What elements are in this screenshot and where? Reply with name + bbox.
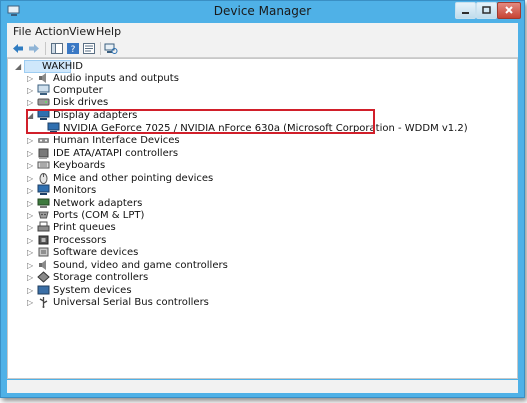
toolbar: ? (7, 40, 518, 58)
expand-icon[interactable]: ▷ (27, 184, 33, 197)
expand-icon[interactable]: ▷ (27, 96, 33, 109)
menu-bar: File Action View Help (7, 23, 518, 40)
scan-hardware-changes-icon[interactable] (104, 42, 118, 55)
back-arrow-icon[interactable] (11, 42, 25, 55)
device-tree[interactable]: ◢ WAKHID ▷ Audio inputs and outputs ▷ Co… (7, 58, 518, 379)
network-adapter-icon (37, 198, 50, 208)
tree-item-disk-drives[interactable]: ▷ Disk drives (8, 96, 308, 109)
tree-item-software-devices[interactable]: ▷ Software devices (8, 246, 308, 259)
minimize-button[interactable] (455, 2, 476, 19)
usb-controller-icon (39, 297, 48, 308)
menu-action[interactable]: Action (35, 25, 69, 38)
title-bar[interactable]: Device Manager (1, 1, 524, 23)
tree-item-storage[interactable]: ▷ Storage controllers (8, 271, 308, 284)
tree-item-keyboards[interactable]: ▷ Keyboards (8, 159, 308, 172)
maximize-button[interactable] (476, 2, 497, 19)
device-manager-window: Device Manager File Action View Help ? ◢ (0, 0, 525, 398)
toolbar-separator (45, 42, 46, 55)
expand-icon[interactable]: ▷ (27, 246, 33, 259)
tree-item-monitors[interactable]: ▷ Monitors (8, 184, 308, 197)
software-device-icon (38, 247, 49, 257)
tree-item-label: Keyboards (53, 160, 106, 171)
expand-icon[interactable]: ▷ (27, 296, 33, 309)
computer-icon (37, 84, 50, 95)
expand-icon[interactable]: ▷ (27, 159, 33, 172)
tree-item-print-queues[interactable]: ▷ Print queues (8, 221, 308, 234)
tree-item-label: Print queues (53, 222, 116, 233)
tree-item-label: Disk drives (53, 97, 109, 108)
expand-icon[interactable]: ▷ (27, 271, 33, 284)
properties-icon[interactable] (82, 42, 96, 55)
tree-item-label: Storage controllers (53, 272, 149, 283)
menu-help[interactable]: Help (96, 25, 121, 38)
tree-item-label: Software devices (53, 247, 139, 258)
tree-item-label: Monitors (53, 185, 97, 196)
menu-view[interactable]: View (69, 25, 95, 38)
status-bar (7, 380, 518, 393)
expand-icon[interactable]: ▷ (27, 221, 33, 234)
close-button[interactable] (497, 2, 521, 19)
highlight-annotation-box (26, 109, 375, 134)
tree-item-label: Universal Serial Bus controllers (53, 297, 209, 308)
storage-controller-icon (37, 271, 50, 283)
svg-text:?: ? (71, 45, 76, 55)
printer-icon (37, 221, 50, 232)
tree-item-hid[interactable]: ▷ Human Interface Devices (8, 134, 308, 147)
minimize-icon (462, 12, 469, 14)
disk-drive-icon (37, 98, 50, 106)
maximize-icon (482, 6, 491, 14)
help-icon[interactable]: ? (66, 42, 80, 55)
keyboard-icon (37, 161, 50, 169)
forward-arrow-icon[interactable] (27, 42, 41, 55)
speaker-icon (39, 73, 46, 83)
tree-item-label: Human Interface Devices (53, 135, 180, 146)
show-hide-console-tree-icon[interactable] (50, 42, 64, 55)
hid-icon (38, 138, 49, 143)
expand-icon[interactable]: ▷ (27, 134, 33, 147)
port-icon (38, 211, 49, 219)
ide-controller-icon (38, 148, 49, 159)
toolbar-separator (100, 42, 101, 55)
menu-file[interactable]: File (13, 25, 31, 38)
tree-item-usb[interactable]: ▷ Universal Serial Bus controllers (8, 296, 308, 309)
mouse-icon (39, 173, 48, 184)
sound-controller-icon (39, 260, 46, 270)
window-title: Device Manager (213, 4, 312, 18)
system-device-icon (37, 285, 50, 295)
processor-icon (38, 235, 49, 245)
monitor-icon (37, 184, 50, 195)
close-icon (505, 6, 513, 14)
